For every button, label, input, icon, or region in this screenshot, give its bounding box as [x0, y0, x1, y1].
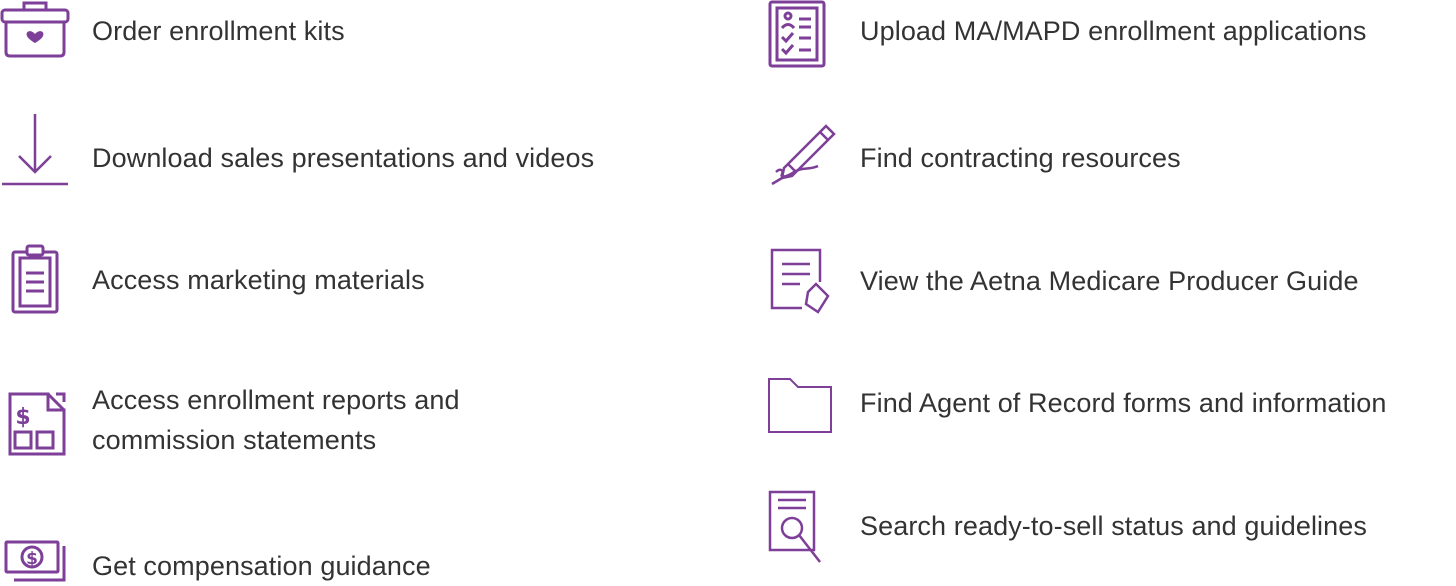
link-find-agent-of-record[interactable]: Find Agent of Record forms and informati…	[768, 378, 1456, 438]
link-access-marketing-materials[interactable]: Access marketing materials	[0, 244, 700, 314]
svg-text:$: $	[26, 549, 38, 569]
link-upload-enrollment-applications[interactable]: Upload MA/MAPD enrollment applications	[768, 0, 1456, 70]
folder-icon	[768, 378, 832, 434]
link-label: View the Aetna Medicare Producer Guide	[860, 266, 1359, 296]
document-search-icon	[768, 490, 824, 566]
link-label: Search ready-to-sell status and guidelin…	[860, 511, 1367, 541]
link-label: Find contracting resources	[860, 143, 1181, 173]
link-label: Access enrollment reports and	[92, 385, 460, 415]
link-label: Order enrollment kits	[92, 16, 345, 46]
link-label: Access marketing materials	[92, 265, 425, 295]
link-download-sales-presentations[interactable]: Download sales presentations and videos	[0, 112, 700, 192]
link-find-contracting-resources[interactable]: Find contracting resources	[768, 124, 1456, 194]
enrollment-kit-icon	[0, 0, 72, 60]
link-search-ready-to-sell[interactable]: Search ready-to-sell status and guidelin…	[768, 490, 1456, 566]
link-order-enrollment-kits[interactable]: Order enrollment kits	[0, 0, 700, 70]
link-view-producer-guide[interactable]: View the Aetna Medicare Producer Guide	[768, 248, 1456, 318]
checklist-clipboard-icon	[768, 0, 828, 70]
link-label: Find Agent of Record forms and informati…	[860, 388, 1387, 418]
link-label: Upload MA/MAPD enrollment applications	[860, 16, 1367, 46]
svg-text:$: $	[15, 405, 30, 430]
dollar-report-icon: $	[8, 392, 68, 456]
link-label: Get compensation guidance	[92, 551, 431, 581]
money-bill-icon: $	[4, 540, 70, 586]
clipboard-icon	[10, 244, 60, 314]
document-tag-icon	[768, 248, 834, 316]
link-label-line-2: commission statements	[92, 425, 377, 455]
link-get-compensation-guidance[interactable]: $ Get compensation guidance	[0, 532, 700, 586]
pen-signature-icon	[768, 124, 840, 186]
download-icon	[0, 112, 72, 190]
link-access-enrollment-reports[interactable]: $ Access enrollment reports and commissi…	[0, 378, 700, 468]
link-label: Download sales presentations and videos	[92, 143, 595, 173]
